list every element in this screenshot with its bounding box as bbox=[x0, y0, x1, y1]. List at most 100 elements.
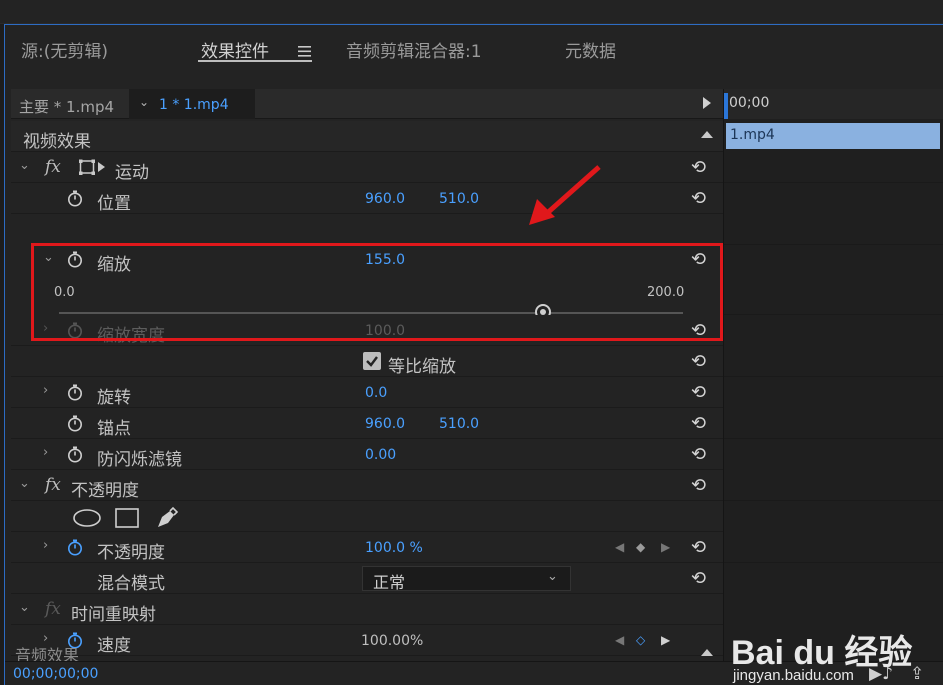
previous-keyframe-icon[interactable]: ◀ bbox=[615, 540, 624, 554]
reset-icon[interactable]: ⟲ bbox=[691, 444, 706, 465]
scale-value[interactable]: 155.0 bbox=[365, 252, 405, 268]
uniform-scale-row: 等比缩放 ⟲ bbox=[11, 346, 723, 377]
antiflicker-label: 防闪烁滤镜 bbox=[97, 450, 182, 470]
timeline-clip-label: 1.mp4 bbox=[730, 127, 775, 143]
pen-mask-icon[interactable] bbox=[155, 506, 179, 534]
reset-icon[interactable]: ⟲ bbox=[691, 568, 706, 589]
position-x-value[interactable]: 960.0 bbox=[365, 191, 405, 207]
reset-icon[interactable]: ⟲ bbox=[691, 382, 706, 403]
expand-caret-icon[interactable]: › bbox=[43, 445, 48, 460]
reset-icon[interactable]: ⟲ bbox=[691, 537, 706, 558]
stopwatch-active-icon[interactable] bbox=[67, 539, 83, 556]
baidu-watermark: Bai du 经验 jingyan.baidu.com bbox=[727, 603, 942, 685]
stopwatch-icon[interactable] bbox=[67, 415, 83, 432]
scale-width-row: › 缩放宽度 100.0 ⟲ bbox=[11, 315, 723, 346]
position-y-value[interactable]: 510.0 bbox=[439, 191, 479, 207]
ellipse-mask-icon[interactable] bbox=[73, 509, 101, 531]
play-triangle-icon[interactable] bbox=[703, 97, 711, 109]
timeline-ruler[interactable]: 00;00 bbox=[724, 89, 943, 119]
reset-icon[interactable]: ⟲ bbox=[691, 157, 706, 178]
antiflicker-value[interactable]: 0.00 bbox=[365, 447, 396, 463]
divider bbox=[724, 500, 943, 501]
video-effects-header[interactable]: 视频效果 bbox=[11, 121, 723, 152]
rotation-row: › 旋转 0.0 ⟲ bbox=[11, 377, 723, 408]
timeline-clip[interactable]: 1.mp4 bbox=[726, 123, 940, 149]
panel-tabs: 源:(无剪辑) 效果控件 音频剪辑混合器:1 元数据 bbox=[5, 25, 943, 87]
anchor-y-value[interactable]: 510.0 bbox=[439, 416, 479, 432]
opacity-effect-row[interactable]: ⌄ fx 不透明度 ⟲ bbox=[11, 470, 723, 501]
stopwatch-icon[interactable] bbox=[67, 251, 83, 268]
expand-caret-icon[interactable]: ⌄ bbox=[43, 250, 54, 265]
scale-width-label: 缩放宽度 bbox=[97, 326, 165, 346]
scale-slider-max: 200.0 bbox=[647, 285, 685, 300]
position-label: 位置 bbox=[97, 194, 131, 214]
scale-slider-min: 0.0 bbox=[54, 285, 75, 300]
properties-list: 视频效果 ⌄ fx 运动 ⟲ 位置 960.0 510.0 ⟲ ⌄ 缩放 155… bbox=[11, 121, 723, 661]
fx-icon[interactable]: fx bbox=[45, 599, 61, 619]
stopwatch-icon[interactable] bbox=[67, 384, 83, 401]
chevron-down-icon: ⌄ bbox=[547, 569, 558, 584]
effect-controls-panel: 源:(无剪辑) 效果控件 音频剪辑混合器:1 元数据 主要 * 1.mp4 ⌄ … bbox=[4, 24, 943, 685]
next-keyframe-icon[interactable]: ▶ bbox=[661, 633, 670, 647]
opacity-value[interactable]: 100.0 % bbox=[365, 540, 423, 556]
transform-box-icon[interactable] bbox=[79, 159, 107, 180]
current-timecode[interactable]: 00;00;00;00 bbox=[13, 666, 98, 682]
scale-label: 缩放 bbox=[97, 255, 131, 275]
speed-value[interactable]: 100.00% bbox=[361, 633, 423, 649]
divider bbox=[724, 438, 943, 439]
stopwatch-icon[interactable] bbox=[67, 322, 83, 339]
expand-caret-icon[interactable]: ⌄ bbox=[19, 476, 30, 491]
divider bbox=[724, 314, 943, 315]
hamburger-icon[interactable] bbox=[298, 42, 311, 61]
scale-width-value: 100.0 bbox=[365, 323, 406, 339]
expand-caret-icon[interactable]: › bbox=[43, 383, 48, 398]
antiflicker-row: › 防闪烁滤镜 0.00 ⟲ bbox=[11, 439, 723, 470]
fx-icon[interactable]: fx bbox=[45, 475, 61, 495]
scale-slider-track[interactable] bbox=[59, 312, 683, 314]
stopwatch-icon[interactable] bbox=[67, 190, 83, 207]
next-keyframe-icon[interactable]: ▶ bbox=[661, 540, 670, 554]
timeline-time: 00;00 bbox=[729, 95, 770, 111]
expand-caret-icon[interactable]: ⌄ bbox=[19, 600, 30, 615]
scale-row: ⌄ 缩放 155.0 ⟲ bbox=[11, 244, 723, 275]
rotation-value[interactable]: 0.0 bbox=[365, 385, 387, 401]
add-keyframe-icon[interactable]: ◇ bbox=[636, 633, 645, 647]
add-keyframe-icon[interactable]: ◆ bbox=[636, 540, 645, 554]
playhead[interactable] bbox=[724, 93, 728, 119]
uniform-scale-checkbox[interactable] bbox=[363, 352, 381, 370]
tab-effect-controls[interactable]: 效果控件 bbox=[201, 37, 269, 62]
expand-caret-icon[interactable]: ⌄ bbox=[19, 158, 30, 173]
reset-icon[interactable]: ⟲ bbox=[691, 413, 706, 434]
reset-icon[interactable]: ⟲ bbox=[691, 351, 706, 372]
divider bbox=[724, 244, 943, 245]
motion-label: 运动 bbox=[115, 163, 149, 183]
collapse-up-icon[interactable] bbox=[701, 131, 713, 138]
previous-keyframe-icon[interactable]: ◀ bbox=[615, 633, 624, 647]
tab-audio-clip-mixer[interactable]: 音频剪辑混合器:1 bbox=[346, 37, 482, 62]
reset-icon[interactable]: ⟲ bbox=[691, 188, 706, 209]
motion-effect-row[interactable]: ⌄ fx 运动 ⟲ bbox=[11, 152, 723, 183]
time-remap-row[interactable]: ⌄ fx 时间重映射 bbox=[11, 594, 723, 625]
divider bbox=[724, 562, 943, 563]
expand-caret-icon[interactable]: › bbox=[43, 321, 48, 336]
anchor-label: 锚点 bbox=[97, 419, 131, 439]
master-clip-label[interactable]: 主要 * 1.mp4 bbox=[19, 96, 114, 117]
watermark-url: jingyan.baidu.com bbox=[733, 667, 854, 684]
rectangle-mask-icon[interactable] bbox=[115, 508, 139, 532]
expand-caret-icon[interactable]: › bbox=[43, 538, 48, 553]
tab-metadata[interactable]: 元数据 bbox=[565, 37, 616, 62]
blend-mode-value: 正常 bbox=[373, 573, 406, 592]
reset-icon[interactable]: ⟲ bbox=[691, 320, 706, 341]
anchor-x-value[interactable]: 960.0 bbox=[365, 416, 405, 432]
blend-mode-select[interactable]: 正常 ⌄ bbox=[362, 566, 571, 592]
reset-icon[interactable]: ⟲ bbox=[691, 249, 706, 270]
fx-icon[interactable]: fx bbox=[45, 157, 61, 177]
position-row: 位置 960.0 510.0 ⟲ bbox=[11, 183, 723, 214]
sequence-clip-tab[interactable]: ⌄ 1 * 1.mp4 bbox=[129, 89, 255, 119]
tab-source[interactable]: 源:(无剪辑) bbox=[21, 37, 108, 62]
reset-icon[interactable]: ⟲ bbox=[691, 475, 706, 496]
collapse-up-icon[interactable] bbox=[701, 649, 713, 656]
stopwatch-icon[interactable] bbox=[67, 446, 83, 463]
opacity-value-row: › 不透明度 100.0 % ◀ ◆ ▶ ⟲ bbox=[11, 532, 723, 563]
anchor-row: 锚点 960.0 510.0 ⟲ bbox=[11, 408, 723, 439]
